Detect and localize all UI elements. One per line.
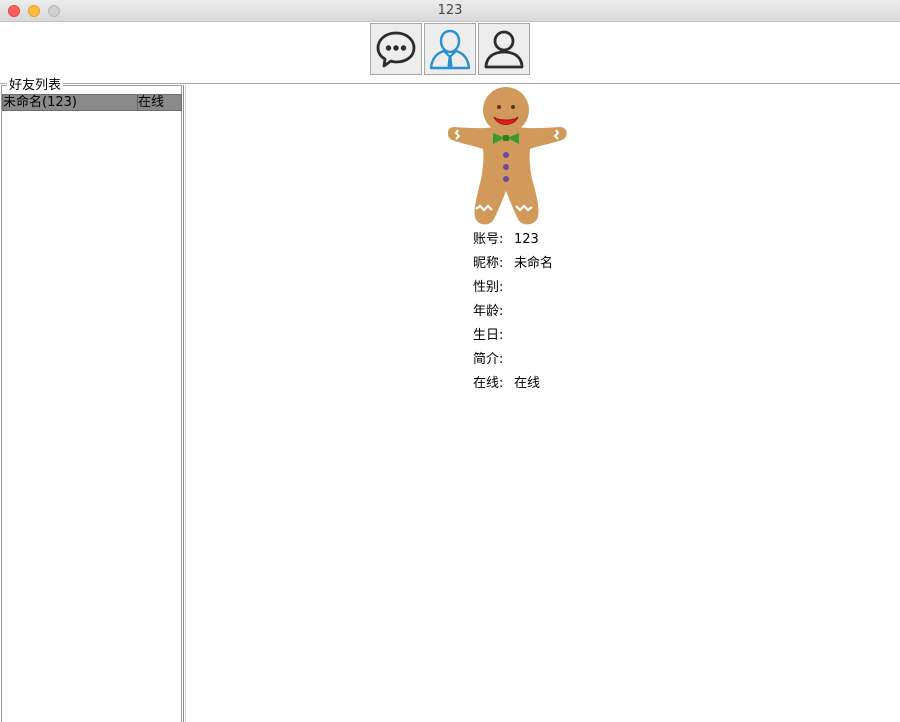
profile-info: 账号: 123 昵称: 未命名 性别: 年龄: 生日: 简介: 在线: 在线 <box>473 231 553 399</box>
friend-name: 未命名(123) <box>3 95 138 110</box>
nickname-row: 昵称: 未命名 <box>473 255 553 279</box>
bio-row: 简介: <box>473 351 553 375</box>
chat-bubble-icon <box>376 31 416 68</box>
online-row: 在线: 在线 <box>473 375 553 399</box>
age-row: 年龄: <box>473 303 553 327</box>
profile-button[interactable] <box>478 23 530 75</box>
profile-panel: 账号: 123 昵称: 未命名 性别: 年龄: 生日: 简介: 在线: 在线 <box>185 85 900 722</box>
account-label: 账号: <box>473 232 504 247</box>
window-titlebar: 123 <box>0 0 900 22</box>
gender-label: 性别: <box>473 280 504 295</box>
friend-list-title: 好友列表 <box>7 78 64 93</box>
nickname-value: 未命名 <box>514 256 554 271</box>
friends-contact-icon <box>429 29 471 70</box>
gender-row: 性别: <box>473 279 553 303</box>
online-value: 在线 <box>514 376 541 391</box>
birthday-row: 生日: <box>473 327 553 351</box>
birthday-label: 生日: <box>473 328 504 343</box>
bio-label: 简介: <box>473 352 504 367</box>
nickname-label: 昵称: <box>473 256 504 271</box>
window-title: 123 <box>437 3 463 18</box>
friend-list-row[interactable]: 未命名(123) 在线 <box>2 94 182 111</box>
friend-list-panel: 好友列表 未命名(123) 在线 <box>0 78 184 722</box>
profile-person-icon <box>484 30 524 69</box>
toolbar <box>0 22 900 84</box>
friends-button[interactable] <box>424 23 476 75</box>
chat-button[interactable] <box>370 23 422 75</box>
online-label: 在线: <box>473 376 504 391</box>
account-value: 123 <box>514 232 539 247</box>
account-row: 账号: 123 <box>473 231 553 255</box>
friend-status: 在线 <box>138 95 165 110</box>
gingerbread-man-avatar <box>448 87 567 225</box>
friend-list-group: 好友列表 <box>1 78 182 722</box>
age-label: 年龄: <box>473 304 504 319</box>
